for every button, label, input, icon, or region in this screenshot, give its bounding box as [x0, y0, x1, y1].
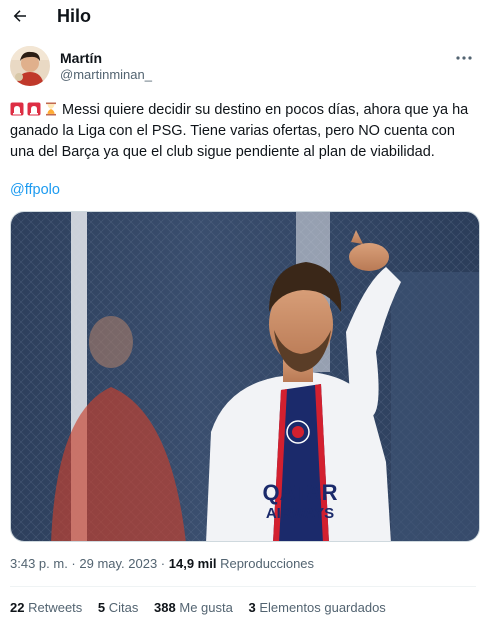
jersey-sponsor-line1: QATAR	[263, 480, 338, 505]
author-name[interactable]: Martín	[60, 50, 102, 66]
avatar[interactable]	[10, 46, 50, 86]
back-button[interactable]	[9, 5, 31, 27]
tweet-date[interactable]: 29 may. 2023	[79, 556, 157, 571]
tweet-media-photo[interactable]: QATAR AIRWAYS	[10, 211, 480, 542]
bookmarks-stat[interactable]: 3 Elementos guardados	[248, 599, 385, 617]
retweets-label: Retweets	[28, 600, 83, 615]
views-count: 14,9 mil	[168, 556, 217, 571]
author-handle[interactable]: @martinminan_	[60, 67, 152, 83]
separator-dot: ·	[157, 556, 169, 571]
arrow-left-icon	[13, 10, 26, 22]
engagement-stats: 22 Retweets 5 Citas 388 Me gusta 3 Eleme…	[10, 599, 398, 617]
tweet-time[interactable]: 3:43 p. m.	[10, 556, 68, 571]
tweet-author: Martín @martinminan_	[10, 46, 476, 90]
separator-dot: ·	[67, 556, 80, 571]
tweet-timestamp: 3:43 p. m. · 29 may. 2023 · 14,9 mil Rep…	[10, 555, 314, 573]
emoji-group	[10, 102, 58, 116]
retweets-count: 22	[10, 600, 25, 615]
tweet-text: Messi quiere decidir su destino en pocos…	[10, 100, 472, 163]
thread-header: Hilo	[0, 0, 486, 32]
likes-count: 388	[154, 600, 176, 615]
quotes-stat[interactable]: 5 Citas	[98, 599, 138, 617]
views-label: Reproducciones	[220, 556, 315, 571]
likes-label: Me gusta	[179, 600, 233, 615]
bookmarks-label: Elementos guardados	[259, 600, 386, 615]
more-button[interactable]	[452, 50, 476, 66]
hourglass-icon	[46, 102, 56, 116]
rotating-light-icon	[27, 102, 41, 116]
jersey-sponsor-line2: AIRWAYS	[266, 505, 334, 522]
quotes-count: 5	[97, 600, 106, 615]
likes-stat[interactable]: 388 Me gusta	[154, 599, 233, 617]
bookmarks-count: 3	[248, 600, 256, 615]
mention-link[interactable]: @ffpolo	[10, 180, 60, 201]
tweet-body: Messi quiere decidir su destino en pocos…	[10, 102, 469, 160]
more-horizontal-icon	[456, 56, 472, 60]
retweets-stat[interactable]: 22 Retweets	[10, 599, 82, 617]
quotes-label: Citas	[108, 600, 139, 615]
messi-photo: QATAR AIRWAYS	[11, 212, 479, 541]
page-title: Hilo	[57, 6, 91, 26]
divider	[10, 586, 476, 587]
rotating-light-icon	[10, 102, 24, 116]
